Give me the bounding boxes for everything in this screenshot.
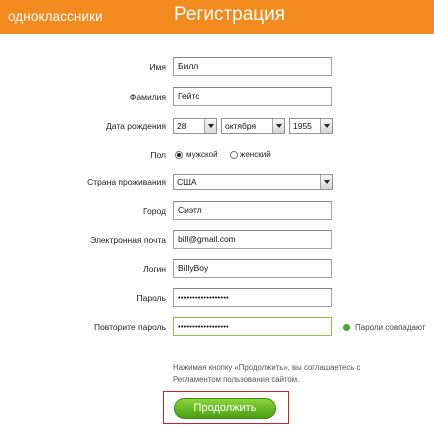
country-row: Страна проживания США	[0, 174, 434, 196]
gender-male-radio[interactable]	[175, 151, 183, 159]
first-name-row: Имя Билл	[0, 57, 434, 79]
email-label: Электронная почта	[90, 235, 166, 245]
continue-button-highlight: Продолжить	[163, 391, 289, 424]
first-name-input[interactable]: Билл	[173, 57, 332, 76]
birth-month-value: октября	[225, 121, 257, 131]
birth-date-label: Дата рождения	[106, 121, 166, 131]
last-name-label: Фамилия	[129, 92, 166, 102]
birth-month-select[interactable]: октября	[221, 118, 285, 134]
password-match-text: Пароли совпадают	[355, 323, 426, 332]
login-input[interactable]: BillyBoy	[173, 259, 332, 278]
email-field[interactable]: bill@gmail.com	[173, 230, 332, 249]
continue-button[interactable]: Продолжить	[174, 398, 276, 419]
email-row: Электронная почта bill@gmail.com	[0, 230, 434, 252]
country-label: Страна проживания	[87, 177, 166, 187]
country-select[interactable]: США	[173, 174, 333, 190]
first-name-label: Имя	[149, 62, 166, 72]
header-bar: одноклассники Регистрация	[0, 0, 434, 34]
birth-day-select[interactable]: 28	[173, 118, 217, 134]
password-input[interactable]: ••••••••••••••••••	[173, 288, 332, 307]
login-label: Логин	[143, 264, 166, 274]
birth-year-select[interactable]: 1955	[289, 118, 333, 134]
password-label: Пароль	[136, 293, 167, 303]
gender-female-label[interactable]: женский	[240, 150, 271, 159]
password-repeat-input[interactable]: ••••••••••••••••••	[173, 317, 332, 336]
password-row: Пароль ••••••••••••••••••	[0, 288, 434, 310]
birth-year-value: 1955	[293, 121, 312, 131]
brand-logo-text[interactable]: одноклассники	[8, 9, 103, 24]
city-label: Город	[143, 206, 166, 216]
gender-female-radio[interactable]	[230, 151, 238, 159]
city-input[interactable]: Сиэтл	[173, 201, 332, 220]
password-repeat-label: Повторите пароль	[93, 322, 166, 332]
last-name-row: Фамилия Гейтс	[0, 87, 434, 109]
terms-note: Нажимая кнопку «Продолжить», вы соглашае…	[173, 363, 361, 384]
country-value: США	[177, 177, 197, 187]
city-row: Город Сиэтл	[0, 201, 434, 223]
login-row: Логин BillyBoy	[0, 259, 434, 281]
gender-male-label[interactable]: мужской	[186, 150, 218, 159]
birth-date-row: Дата рождения 28 октября 1955	[0, 118, 434, 140]
chevron-down-icon	[272, 119, 284, 133]
chevron-down-icon	[320, 175, 332, 189]
gender-label: Пол	[150, 150, 166, 160]
chevron-down-icon	[320, 119, 332, 133]
birth-day-value: 28	[177, 121, 187, 131]
check-status-icon	[343, 324, 350, 331]
last-name-input[interactable]: Гейтс	[173, 87, 332, 106]
page-title: Регистрация	[174, 4, 286, 25]
chevron-down-icon	[204, 119, 216, 133]
gender-row: Пол мужской женский	[0, 148, 434, 170]
